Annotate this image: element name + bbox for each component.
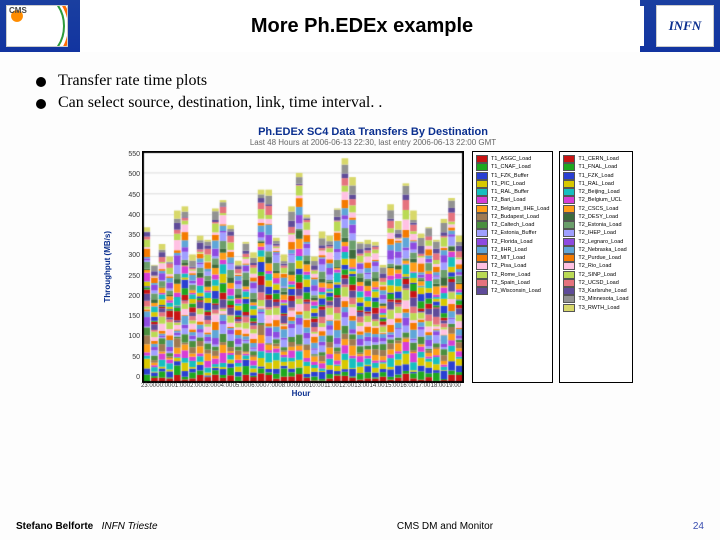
legend-item: T2_SINP_Load <box>563 271 628 279</box>
legend-item: T2_Nebraska_Load <box>563 246 628 254</box>
page-number: 24 <box>664 521 704 532</box>
legend-item: T2_Beijing_Load <box>563 188 628 196</box>
legend-item: T1_CERN_Load <box>563 155 628 163</box>
y-axis-label: Throughput (MB/s) <box>103 231 112 303</box>
footer-author: Stefano Belforte <box>16 521 93 532</box>
stacked-bar-chart <box>142 151 464 383</box>
footer: Stefano Belforte INFN Trieste CMS DM and… <box>0 521 720 532</box>
legend-item: T2_IIHR_Load <box>476 246 549 254</box>
chart-title: Ph.EDEx SC4 Data Transfers By Destinatio… <box>103 126 643 138</box>
legend-item: T2_Rome_Load <box>476 271 549 279</box>
chart-legend: T1_ASGC_LoadT1_CNAF_LoadT1_FZK_BufferT1_… <box>472 151 633 383</box>
legend-item: T1_RAL_Load <box>563 180 628 188</box>
legend-item: T1_RAL_Buffer <box>476 188 549 196</box>
legend-item: T2_Caltech_Load <box>476 221 549 229</box>
x-axis-label: Hour <box>141 389 461 398</box>
infn-logo: INFN <box>656 5 714 47</box>
legend-item: T2_Estonia_Load <box>563 221 628 229</box>
legend-item: T2_Legnaro_Load <box>563 238 628 246</box>
legend-item: T3_RWTH_Load <box>563 304 628 312</box>
legend-item: T2_Spain_Load <box>476 279 549 287</box>
cms-logo: CMS <box>6 5 68 47</box>
slide-body: Transfer rate time plots Can select sour… <box>0 52 720 398</box>
bullet-item: Transfer rate time plots <box>58 72 688 90</box>
title-bar: CMS More Ph.EDEx example INFN <box>0 0 720 52</box>
bullet-item: Can select source, destination, link, ti… <box>58 94 688 112</box>
footer-center: CMS DM and Monitor <box>196 521 664 532</box>
legend-item: T2_Rio_Load <box>563 262 628 270</box>
legend-item: T2_Estonia_Buffer <box>476 229 549 237</box>
legend-item: T2_Belgium_UCL <box>563 196 628 204</box>
legend-item: T2_Belgium_IIHE_Load <box>476 205 549 213</box>
legend-item: T2_Purdue_Load <box>563 254 628 262</box>
legend-item: T1_FZK_Buffer <box>476 172 549 180</box>
legend-item: T2_CSCS_Load <box>563 205 628 213</box>
legend-item: T2_Bari_Load <box>476 196 549 204</box>
legend-item: T1_PIC_Load <box>476 180 549 188</box>
slide-title: More Ph.EDEx example <box>80 6 644 46</box>
legend-item: T2_MIT_Load <box>476 254 549 262</box>
legend-item: T3_Minnesota_Load <box>563 295 628 303</box>
legend-item: T1_FZK_Load <box>563 172 628 180</box>
legend-item: T2_Pisa_Load <box>476 262 549 270</box>
legend-item: T2_DESY_Load <box>563 213 628 221</box>
footer-affiliation: INFN Trieste <box>102 521 158 532</box>
chart-subtitle: Last 48 Hours at 2006-06-13 22:30, last … <box>103 138 643 147</box>
legend-item: T2_Florida_Load <box>476 238 549 246</box>
chart-container: Ph.EDEx SC4 Data Transfers By Destinatio… <box>103 126 643 398</box>
legend-item: T1_FNAL_Load <box>563 163 628 171</box>
y-axis: 550500450400350300250200150100500 <box>114 151 142 381</box>
legend-item: T1_CNAF_Load <box>476 163 549 171</box>
legend-item: T3_Karlsruhe_Load <box>563 287 628 295</box>
legend-item: T2_UCSD_Load <box>563 279 628 287</box>
legend-item: T2_IHEP_Load <box>563 229 628 237</box>
legend-item: T2_Budapest_Load <box>476 213 549 221</box>
legend-item: T1_ASGC_Load <box>476 155 549 163</box>
legend-item: T2_Wisconsin_Load <box>476 287 549 295</box>
